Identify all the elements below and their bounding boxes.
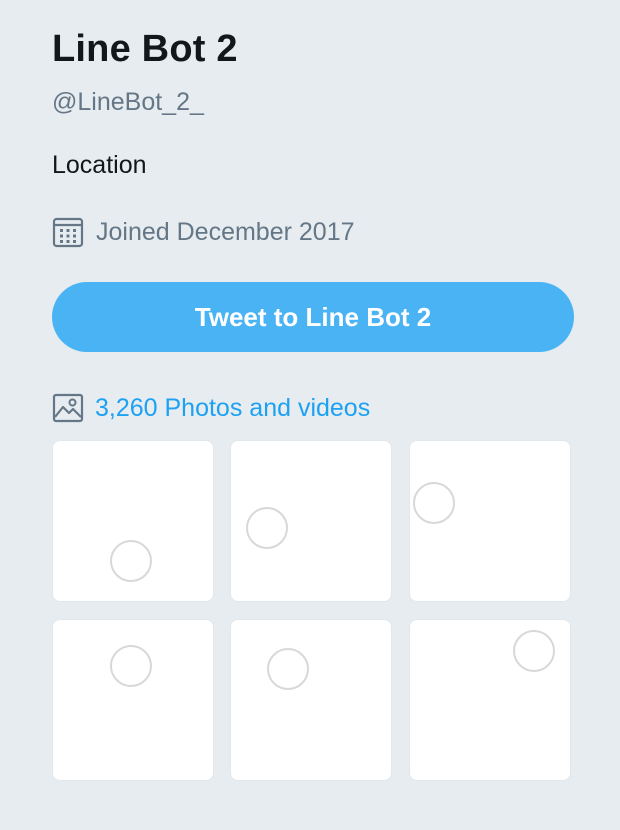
media-thumbnail-6[interactable]	[409, 619, 571, 781]
loading-spinner-icon	[513, 630, 555, 672]
media-thumbnail-5[interactable]	[230, 619, 392, 781]
joined-date: Joined December 2017	[52, 214, 355, 250]
photos-and-videos-link[interactable]: 3,260 Photos and videos	[52, 390, 370, 426]
image-icon	[52, 393, 84, 423]
tweet-to-button[interactable]: Tweet to Line Bot 2	[52, 282, 574, 352]
media-thumbnail-3[interactable]	[409, 440, 571, 602]
profile-handle[interactable]: @LineBot_2_	[52, 88, 204, 117]
media-thumbnail-1[interactable]	[52, 440, 214, 602]
profile-location: Location	[52, 151, 147, 179]
media-thumbnail-4[interactable]	[52, 619, 214, 781]
loading-spinner-icon	[413, 482, 455, 524]
loading-spinner-icon	[110, 540, 152, 582]
photos-and-videos-label[interactable]: 3,260 Photos and videos	[95, 394, 370, 423]
loading-spinner-icon	[267, 648, 309, 690]
loading-spinner-icon	[246, 507, 288, 549]
media-thumbnail-2[interactable]	[230, 440, 392, 602]
profile-name[interactable]: Line Bot 2	[52, 28, 238, 71]
loading-spinner-icon	[110, 645, 152, 687]
calendar-icon	[52, 217, 84, 248]
joined-date-text: Joined December 2017	[96, 217, 355, 246]
